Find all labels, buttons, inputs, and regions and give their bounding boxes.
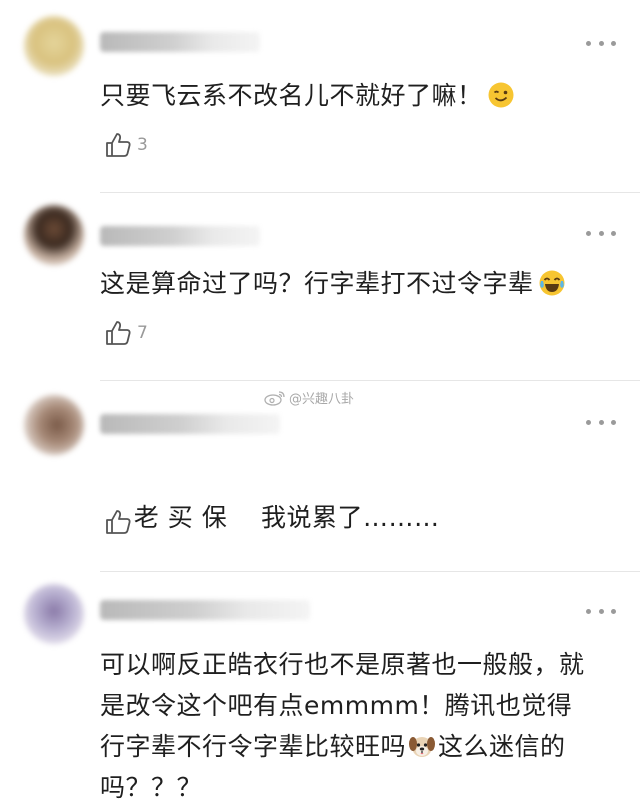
- more-options-icon[interactable]: [586, 606, 616, 616]
- comment-text-content: 这是算命过了吗？行字辈打不过令字辈: [100, 269, 534, 298]
- comment-item: 这是算命过了吗？行字辈打不过令字辈 7: [0, 193, 640, 380]
- tears-of-joy-emoji: [539, 270, 565, 296]
- more-options-icon[interactable]: [586, 417, 616, 427]
- comment-text: 这是算命过了吗？行字辈打不过令字辈: [100, 263, 610, 304]
- like-count: 7: [137, 323, 148, 343]
- comment-item: 老 买 保 我说累了………: [0, 381, 640, 571]
- like-button[interactable]: 3: [104, 130, 148, 160]
- more-options-icon[interactable]: [586, 228, 616, 238]
- avatar[interactable]: [24, 16, 84, 76]
- comment-item: 可以啊反正皓衣行也不是原著也一般般，就 是改令这个吧有点emmmm！腾讯也觉得 …: [0, 572, 640, 802]
- like-button[interactable]: 7: [104, 318, 148, 348]
- comment-text-line: 吗？？？: [100, 773, 203, 802]
- wink-emoji: [488, 82, 514, 108]
- username-blurred[interactable]: [100, 414, 280, 434]
- avatar[interactable]: [24, 395, 84, 455]
- like-count: 3: [137, 135, 148, 155]
- avatar[interactable]: [24, 205, 84, 265]
- comment-text-line: 可以啊反正皓衣行也不是原著也一般般，就: [100, 650, 585, 679]
- comment-text-segment: 这么迷信的: [438, 732, 566, 761]
- like-button[interactable]: [104, 507, 137, 537]
- dog-face-emoji: [409, 737, 436, 757]
- comment-text-line: 行字辈不行令字辈比较旺吗 这么迷信的: [100, 726, 610, 767]
- more-options-icon[interactable]: [586, 38, 616, 48]
- avatar[interactable]: [24, 584, 84, 644]
- comment-text-content: 老 买 保 我说累了………: [133, 503, 440, 532]
- comment-text-content: 只要飞云系不改名儿不就好了嘛！: [100, 81, 483, 110]
- comment-text: 可以啊反正皓衣行也不是原著也一般般，就 是改令这个吧有点emmmm！腾讯也觉得 …: [100, 644, 610, 808]
- thumbs-up-icon: [106, 510, 131, 534]
- comment-text: 只要飞云系不改名儿不就好了嘛！: [100, 75, 610, 116]
- comment-text-line: 是改令这个吧有点emmmm！腾讯也觉得: [100, 691, 573, 720]
- thumbs-up-icon: [106, 321, 131, 345]
- comment-item: 只要飞云系不改名儿不就好了嘛！ 3: [0, 0, 640, 192]
- comment-text: 老 买 保 我说累了………: [100, 456, 610, 579]
- comment-text-segment: 行字辈不行令字辈比较旺吗: [100, 732, 407, 761]
- thumbs-up-icon: [106, 133, 131, 157]
- username-blurred[interactable]: [100, 226, 260, 246]
- username-blurred[interactable]: [100, 32, 260, 52]
- username-blurred[interactable]: [100, 600, 310, 620]
